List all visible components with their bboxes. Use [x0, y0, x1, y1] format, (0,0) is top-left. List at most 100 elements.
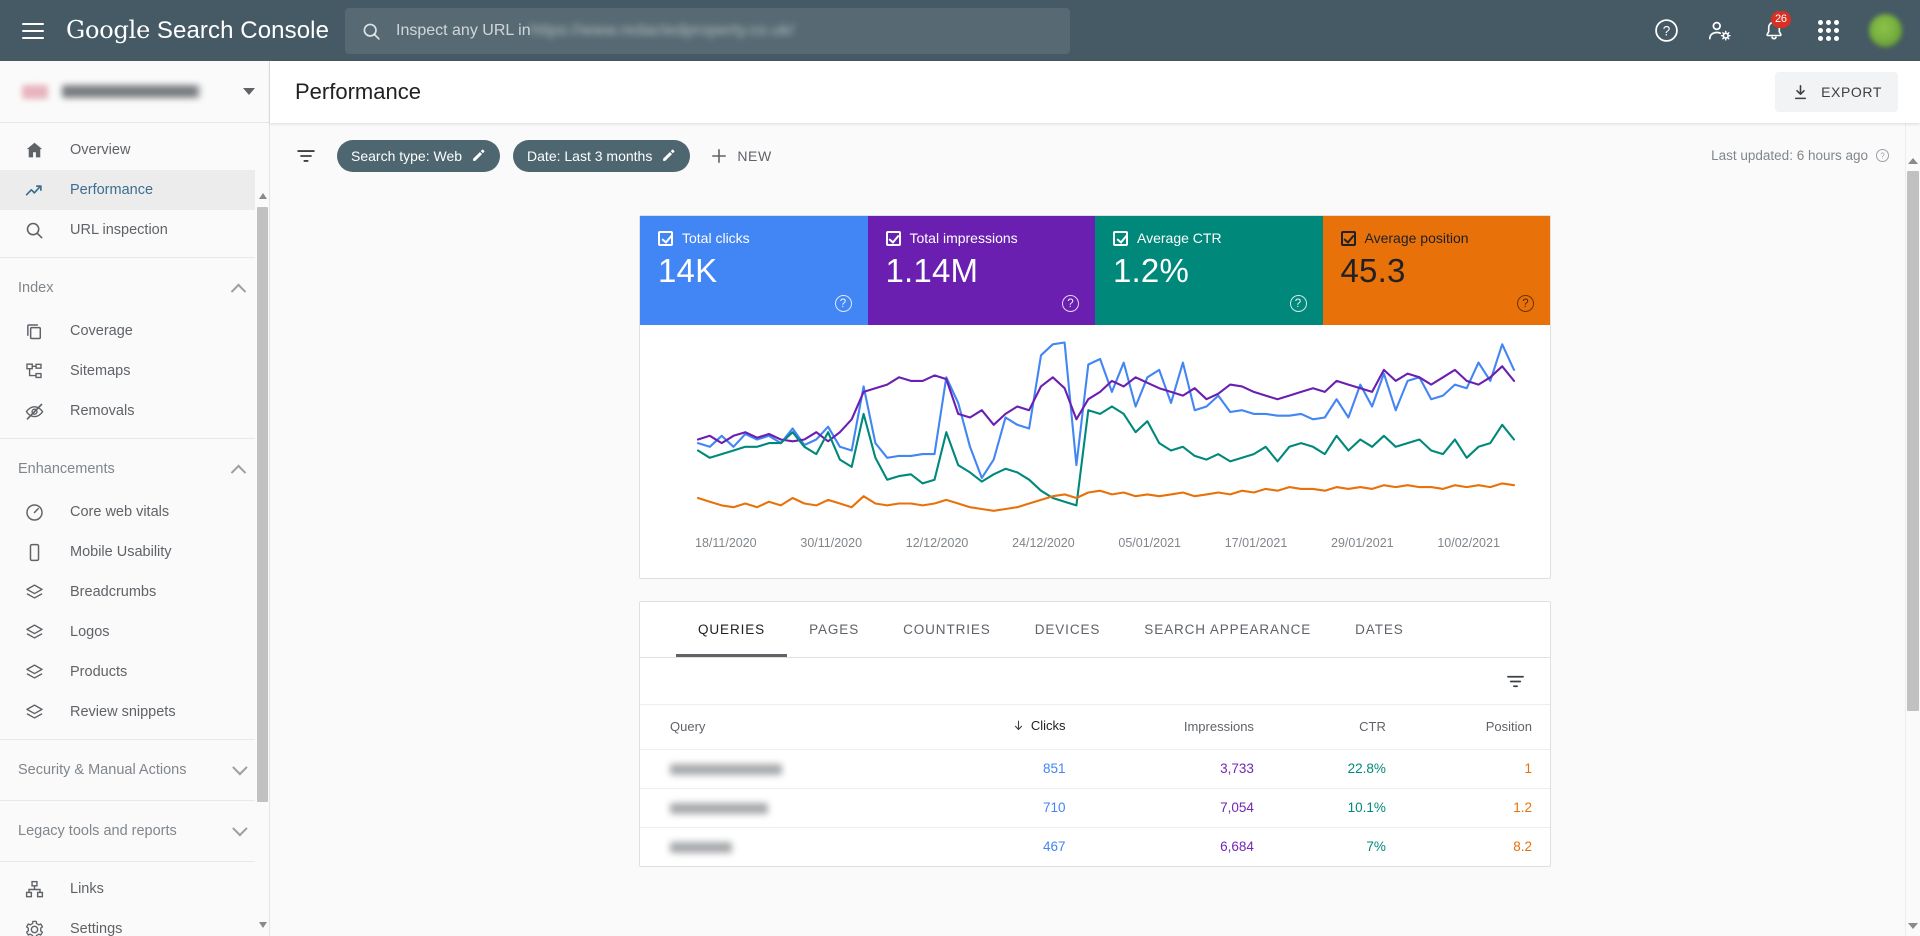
- sidebar-item-links[interactable]: Links: [0, 869, 269, 909]
- main-scrollbar-thumb[interactable]: [1907, 171, 1919, 711]
- metric-checkbox[interactable]: [885, 230, 901, 246]
- sidebar-item-logos[interactable]: Logos: [0, 612, 269, 652]
- help-icon[interactable]: ?: [1062, 295, 1079, 312]
- sidebar-group-label: Legacy tools and reports: [18, 823, 177, 839]
- sidebar-item-coverage[interactable]: Coverage: [0, 311, 269, 351]
- google-apps-icon[interactable]: [1815, 18, 1841, 44]
- sidebar-item-removals[interactable]: Removals: [0, 391, 269, 431]
- filter-chip-label: Date: Last 3 months: [527, 147, 653, 164]
- column-header-impressions[interactable]: Impressions: [1084, 705, 1272, 749]
- search-icon: [363, 23, 380, 40]
- tab-queries[interactable]: QUERIES: [676, 602, 788, 657]
- sidebar-group-header-index[interactable]: Index: [0, 265, 269, 311]
- column-header-position[interactable]: Position: [1404, 705, 1550, 749]
- help-icon[interactable]: ?: [834, 295, 852, 312]
- sidebar-item-label: Removals: [70, 403, 135, 419]
- sidebar-item-label: Products: [70, 664, 128, 680]
- property-selector[interactable]: [0, 61, 269, 123]
- metric-checkbox[interactable]: [1340, 230, 1356, 246]
- sidebar-item-label: Mobile Usability: [70, 544, 172, 560]
- metric-value: 14K: [658, 252, 718, 289]
- user-avatar[interactable]: [1869, 14, 1902, 47]
- svg-text:?: ?: [1662, 24, 1670, 39]
- sidebar-item-overview[interactable]: Overview: [0, 130, 269, 170]
- column-label: Position: [1485, 719, 1532, 735]
- filter-icon[interactable]: [295, 145, 317, 167]
- filter-bar: Search type: Web Date: Last 3 months NEW…: [270, 123, 1920, 188]
- table-filter-row: [640, 658, 1550, 705]
- metric-card-total-clicks[interactable]: Total clicks 14K ?: [640, 216, 868, 325]
- sidebar-item-products[interactable]: Products: [0, 652, 269, 692]
- table-row[interactable]: 851 3,733 22.8% 1: [640, 748, 1550, 788]
- cell-query: [640, 787, 925, 827]
- sidebar-group-header-legacy[interactable]: Legacy tools and reports: [0, 808, 269, 854]
- top-app-bar: Google Search Console Inspect any URL in…: [0, 0, 1920, 61]
- export-button[interactable]: EXPORT: [1775, 72, 1898, 112]
- filter-chip-date[interactable]: Date: Last 3 months: [513, 139, 691, 172]
- account-settings-icon[interactable]: [1707, 18, 1733, 44]
- sidebar-item-performance[interactable]: Performance: [0, 170, 269, 210]
- sidebar-item-core-web-vitals[interactable]: Core web vitals: [0, 492, 269, 532]
- menu-icon[interactable]: [22, 22, 44, 39]
- tab-dates[interactable]: DATES: [1333, 602, 1426, 657]
- help-icon[interactable]: ?: [1289, 295, 1307, 312]
- tab-search-appearance[interactable]: SEARCH APPEARANCE: [1122, 602, 1333, 657]
- sidebar-item-sitemaps[interactable]: Sitemaps: [0, 351, 269, 391]
- sidebar-group-header-enhancements[interactable]: Enhancements: [0, 446, 269, 492]
- metric-card-total-impressions[interactable]: Total impressions 1.14M ?: [867, 216, 1095, 325]
- metric-card-average-position[interactable]: Average position 45.3 ?: [1322, 216, 1550, 325]
- main-scroll-up-arrow[interactable]: [1907, 153, 1919, 169]
- tab-pages[interactable]: PAGES: [787, 602, 881, 657]
- metric-header: Average position: [1340, 230, 1533, 246]
- table-row[interactable]: 467 6,684 7% 8.2: [640, 826, 1550, 866]
- sidebar-item-mobile-usability[interactable]: Mobile Usability: [0, 532, 269, 572]
- column-header-ctr[interactable]: CTR: [1272, 705, 1404, 749]
- sidebar-group-header-security[interactable]: Security & Manual Actions: [0, 747, 269, 793]
- x-tick-label: 29/01/2021: [1331, 536, 1394, 550]
- sidebar-item-label: Breadcrumbs: [70, 584, 157, 600]
- main-content: Search type: Web Date: Last 3 months NEW…: [270, 123, 1920, 936]
- notifications-bell-icon[interactable]: 26: [1761, 10, 1791, 44]
- metric-value: 45.3: [1340, 252, 1406, 289]
- metric-checkbox[interactable]: [1113, 230, 1128, 246]
- cell-impressions: 7,054: [1083, 787, 1272, 827]
- main-scrollbar[interactable]: [1905, 123, 1920, 936]
- table-row[interactable]: 710 7,054 10.1% 1.2: [640, 787, 1550, 827]
- column-header-clicks[interactable]: Clicks: [924, 705, 1083, 749]
- help-icon[interactable]: ?: [1875, 148, 1890, 163]
- help-icon[interactable]: ?: [1517, 295, 1534, 312]
- new-filter-button[interactable]: NEW: [709, 146, 771, 166]
- url-inspection-search-bar[interactable]: Inspect any URL in https://www.redactedp…: [345, 8, 1070, 54]
- cell-ctr: 7%: [1271, 826, 1404, 866]
- sidebar-scroll-up-arrow[interactable]: [257, 189, 268, 203]
- tab-countries[interactable]: COUNTRIES: [881, 602, 1013, 657]
- sort-wrapper: Clicks: [1012, 718, 1066, 733]
- sidebar: Overview Performance URL inspection Inde…: [0, 61, 270, 936]
- tab-label: DATES: [1355, 622, 1404, 637]
- dimension-tabs: QUERIES PAGES COUNTRIES DEVICES SEARCH A…: [640, 602, 1550, 658]
- metric-header: Total clicks: [658, 230, 850, 246]
- sidebar-item-url-inspection[interactable]: URL inspection: [0, 210, 269, 250]
- metric-card-average-ctr[interactable]: Average CTR 1.2% ?: [1095, 216, 1323, 325]
- help-icon[interactable]: ?: [1653, 18, 1679, 44]
- sidebar-item-breadcrumbs[interactable]: Breadcrumbs: [0, 572, 269, 612]
- cell-query: [640, 826, 925, 866]
- column-header-query[interactable]: Query: [640, 705, 924, 749]
- tab-label: DEVICES: [1034, 622, 1101, 637]
- main-scroll-down-arrow[interactable]: [1907, 918, 1919, 934]
- sidebar-scrollbar-thumb[interactable]: [257, 207, 268, 802]
- sidebar-item-settings[interactable]: Settings: [0, 909, 269, 936]
- sidebar-item-review-snippets[interactable]: Review snippets: [0, 692, 269, 732]
- chevron-up-icon: [230, 464, 247, 480]
- table-filter-icon[interactable]: [1505, 671, 1526, 692]
- column-label: CTR: [1359, 719, 1386, 735]
- sidebar-scrollbar[interactable]: [255, 123, 269, 936]
- performance-line-chart[interactable]: [640, 325, 1550, 534]
- page-title: Performance: [295, 79, 421, 104]
- tab-devices[interactable]: DEVICES: [1013, 602, 1123, 657]
- sidebar-scroll-down-arrow[interactable]: [257, 918, 268, 932]
- filter-chip-search-type[interactable]: Search type: Web: [337, 139, 501, 172]
- metric-checkbox[interactable]: [658, 230, 673, 246]
- edit-pencil-icon: [473, 149, 485, 161]
- chevron-up-icon: [230, 283, 247, 299]
